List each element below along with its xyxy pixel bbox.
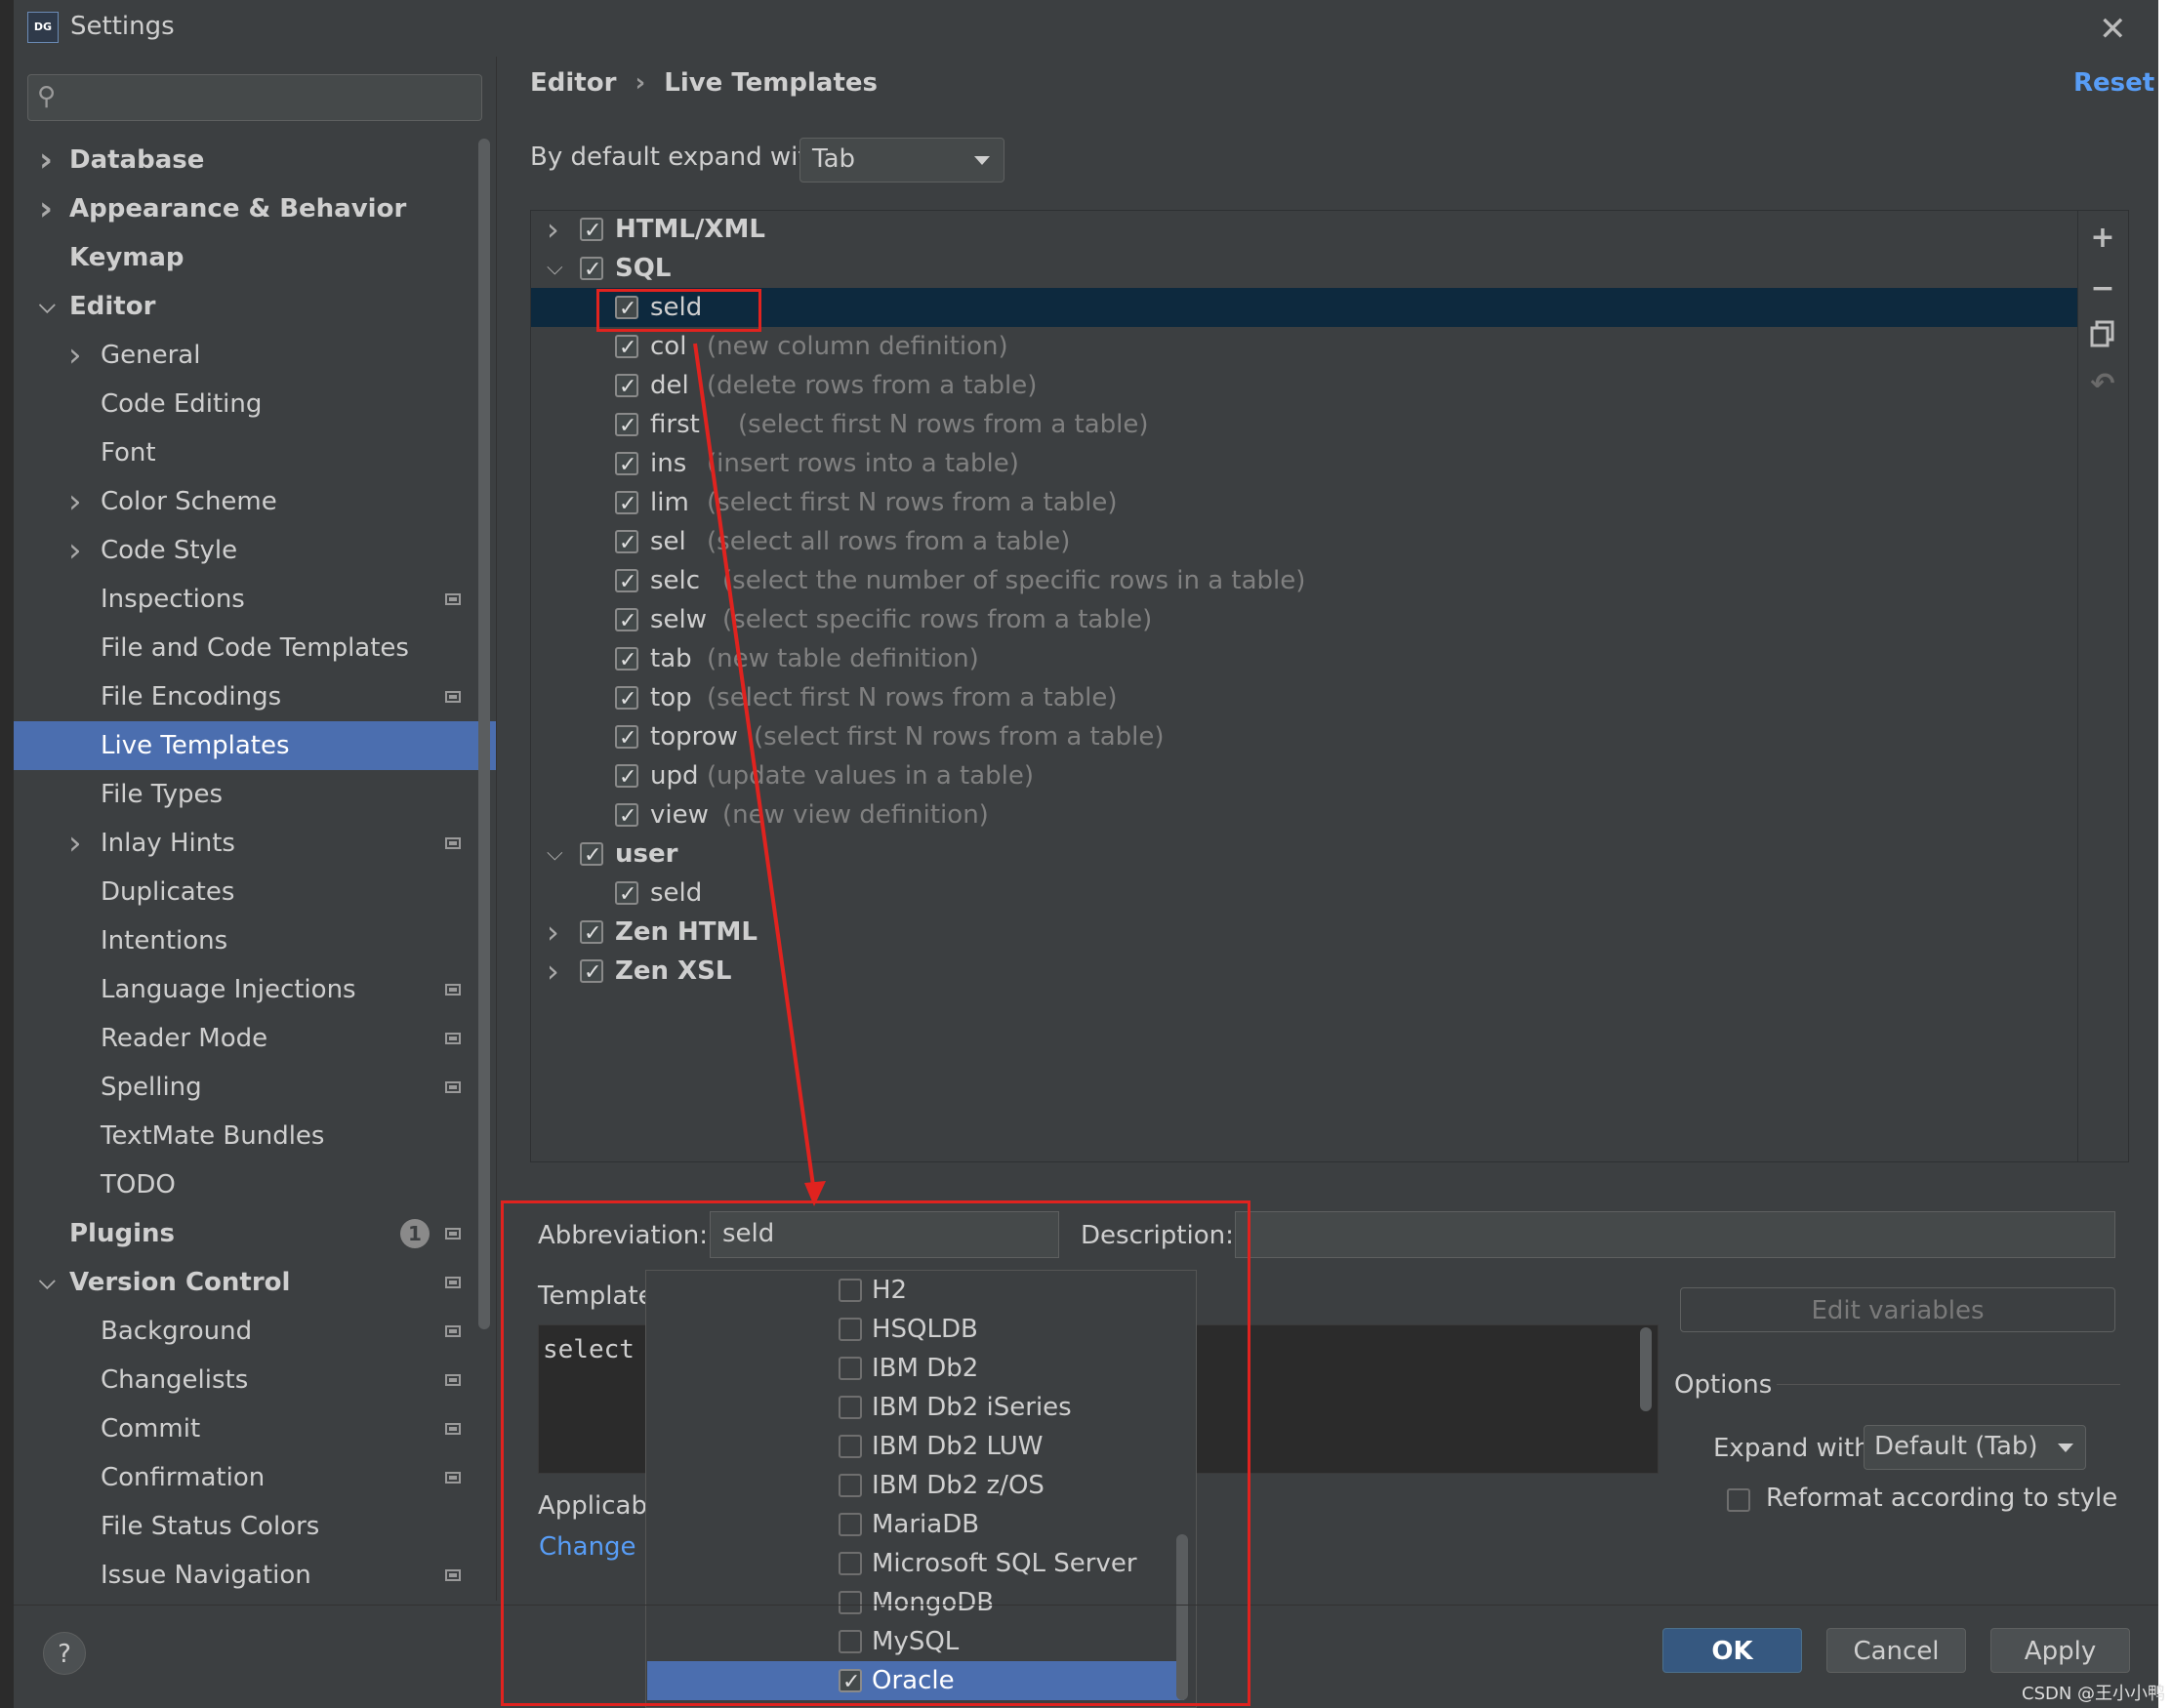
annotation-arrow — [693, 343, 826, 1206]
